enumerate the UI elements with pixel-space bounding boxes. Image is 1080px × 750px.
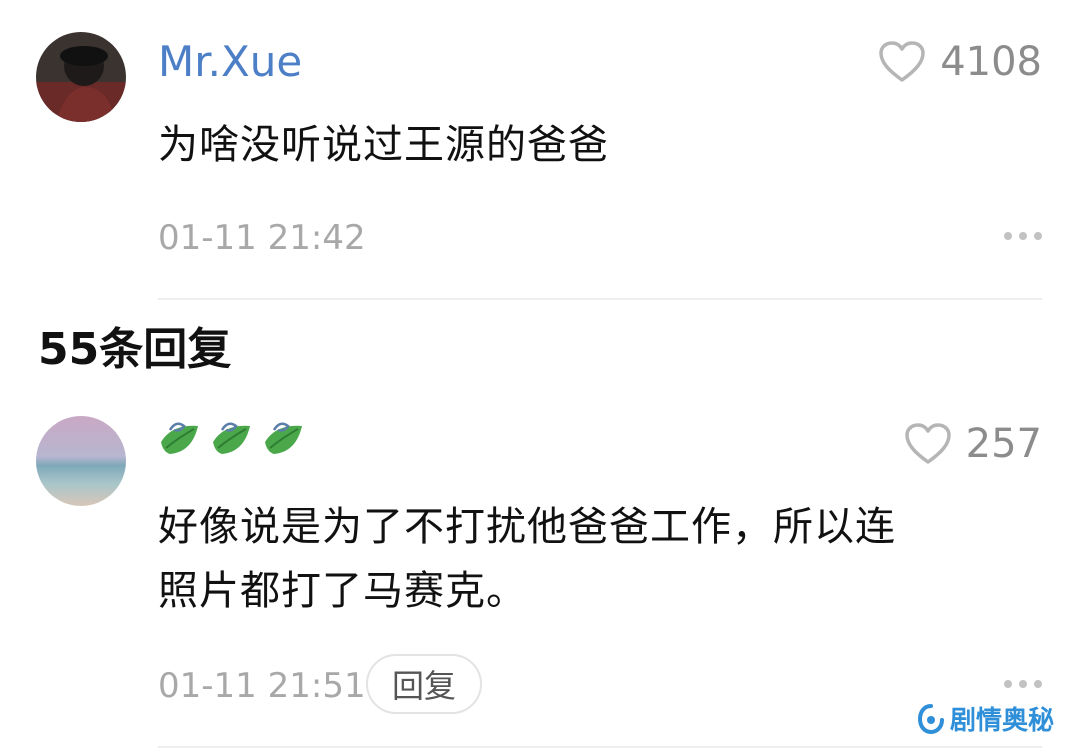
watermark-text: 剧情奥秘	[949, 706, 1054, 736]
comment-text: 为啥没听说过王源的爸爸	[158, 122, 609, 168]
leaf-icon	[265, 422, 302, 454]
username[interactable]: Mr.Xue	[158, 36, 302, 88]
reply-user-avatar[interactable]	[36, 416, 126, 506]
reply-button[interactable]: 回复	[366, 654, 482, 714]
comment-timestamp: 01-11 21:42	[158, 218, 366, 258]
divider	[158, 746, 1042, 748]
like-button[interactable]: 4108	[878, 38, 1042, 86]
reply-text-line2: 照片都打了马赛克。	[158, 568, 527, 614]
like-count: 4108	[940, 39, 1042, 85]
watermark: 剧情奥秘	[917, 700, 1054, 737]
divider	[158, 298, 1042, 300]
leaf-icon	[161, 422, 198, 454]
leaf-icon	[213, 422, 250, 454]
reply-like-count: 257	[965, 421, 1042, 467]
reply-timestamp: 01-11 21:51	[158, 666, 366, 706]
reply-like-button[interactable]: 257	[904, 420, 1042, 468]
username-leaf-badges[interactable]	[158, 418, 308, 458]
user-avatar[interactable]	[36, 32, 126, 122]
reply-count-header: 55条回复	[38, 324, 232, 375]
reply-text-line1: 好像说是为了不打扰他爸爸工作，所以连	[158, 504, 896, 550]
logo-icon	[917, 703, 944, 734]
more-dots-icon[interactable]	[1004, 232, 1042, 240]
heart-outline-icon	[904, 423, 951, 464]
heart-outline-icon	[879, 41, 925, 82]
more-dots-icon[interactable]	[1004, 680, 1042, 688]
